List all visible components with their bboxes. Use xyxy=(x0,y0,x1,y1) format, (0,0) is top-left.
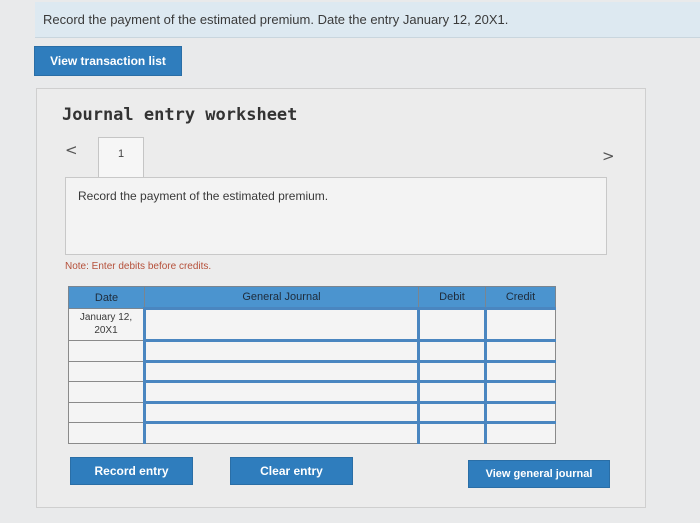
account-input[interactable] xyxy=(143,359,419,383)
table-row: January 12, 20X1 xyxy=(68,307,556,341)
tab-1[interactable]: 1 xyxy=(98,137,144,177)
account-input[interactable] xyxy=(143,338,419,362)
journal-table: Date General Journal Debit Credit Januar… xyxy=(68,286,556,444)
table-row xyxy=(68,338,556,362)
date-cell[interactable] xyxy=(68,422,145,444)
account-input[interactable] xyxy=(143,380,419,403)
worksheet-title: Journal entry worksheet xyxy=(62,105,298,125)
debit-input[interactable] xyxy=(417,359,486,383)
credit-header: Credit xyxy=(485,286,556,309)
account-input[interactable] xyxy=(143,307,419,341)
debit-input[interactable] xyxy=(417,380,486,403)
debit-input[interactable] xyxy=(417,307,486,341)
date-header: Date xyxy=(68,286,145,309)
account-input[interactable] xyxy=(143,400,419,424)
credit-input[interactable] xyxy=(484,338,556,362)
view-transaction-list-button[interactable]: View transaction list xyxy=(34,46,182,76)
date-cell[interactable]: January 12, 20X1 xyxy=(68,308,145,341)
account-input[interactable] xyxy=(143,421,419,444)
table-row xyxy=(68,400,556,424)
clear-entry-button[interactable]: Clear entry xyxy=(230,457,353,485)
debit-input[interactable] xyxy=(417,400,486,424)
credit-input[interactable] xyxy=(484,380,556,403)
credit-input[interactable] xyxy=(484,421,556,444)
note-text: Note: Enter debits before credits. xyxy=(65,261,212,272)
view-general-journal-button[interactable]: View general journal xyxy=(468,460,610,488)
journal-entry-worksheet: Journal entry worksheet < 1 > Record the… xyxy=(36,88,646,508)
record-entry-button[interactable]: Record entry xyxy=(70,457,193,485)
credit-input[interactable] xyxy=(484,359,556,383)
debit-input[interactable] xyxy=(417,338,486,362)
debit-input[interactable] xyxy=(417,421,486,444)
credit-input[interactable] xyxy=(484,307,556,341)
instruction-text: Record the payment of the estimated prem… xyxy=(78,189,329,203)
date-cell[interactable] xyxy=(68,381,145,403)
chevron-left-icon[interactable]: < xyxy=(65,141,78,159)
table-row xyxy=(68,380,556,403)
tab-number: 1 xyxy=(117,148,125,160)
table-row xyxy=(68,421,556,444)
table-row xyxy=(68,359,556,383)
date-cell[interactable] xyxy=(68,360,145,383)
instruction-box: Record the payment of the estimated prem… xyxy=(65,177,607,255)
question-text: Record the payment of the estimated prem… xyxy=(43,12,509,27)
chevron-right-icon[interactable]: > xyxy=(602,147,615,165)
credit-input[interactable] xyxy=(484,400,556,424)
date-cell[interactable] xyxy=(68,339,145,362)
general-journal-header: General Journal xyxy=(144,286,419,309)
date-cell[interactable] xyxy=(68,401,145,424)
date-value: January 12, 20X1 xyxy=(79,312,133,337)
question-bar: Record the payment of the estimated prem… xyxy=(35,2,700,38)
debit-header: Debit xyxy=(418,286,486,309)
